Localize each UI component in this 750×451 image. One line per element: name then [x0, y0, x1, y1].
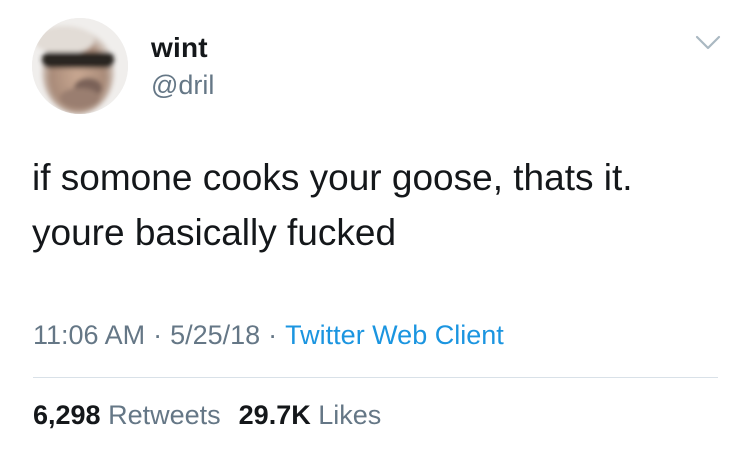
- avatar-image: [32, 18, 128, 114]
- display-name[interactable]: wint: [151, 31, 208, 65]
- tweet-text-line-1: if somone cooks your goose, thats it.: [32, 157, 633, 198]
- divider: [33, 377, 718, 378]
- likes-label: Likes: [318, 400, 382, 430]
- tweet-time[interactable]: 11:06 AM: [33, 320, 145, 350]
- tweet-stats: 6,298 Retweets 29.7K Likes: [33, 398, 381, 432]
- retweets-stat[interactable]: 6,298 Retweets: [33, 400, 221, 430]
- tweet-date[interactable]: 5/25/18: [170, 320, 260, 350]
- tweet-client-link[interactable]: Twitter Web Client: [285, 320, 504, 350]
- likes-count: 29.7K: [238, 400, 311, 430]
- retweets-count: 6,298: [33, 400, 101, 430]
- meta-separator: ·: [268, 320, 278, 350]
- tweet-text: if somone cooks your goose, thats it. yo…: [32, 150, 732, 260]
- retweets-label: Retweets: [108, 400, 221, 430]
- user-handle[interactable]: @dril: [151, 69, 214, 101]
- chevron-down-icon[interactable]: [695, 34, 721, 52]
- tweet-card: wint @dril if somone cooks your goose, t…: [0, 0, 750, 451]
- tweet-text-line-2: youre basically fucked: [32, 212, 397, 253]
- meta-separator: ·: [153, 320, 163, 350]
- avatar[interactable]: [32, 18, 128, 114]
- tweet-metadata: 11:06 AM · 5/25/18 · Twitter Web Client: [33, 318, 504, 352]
- likes-stat[interactable]: 29.7K Likes: [239, 400, 382, 430]
